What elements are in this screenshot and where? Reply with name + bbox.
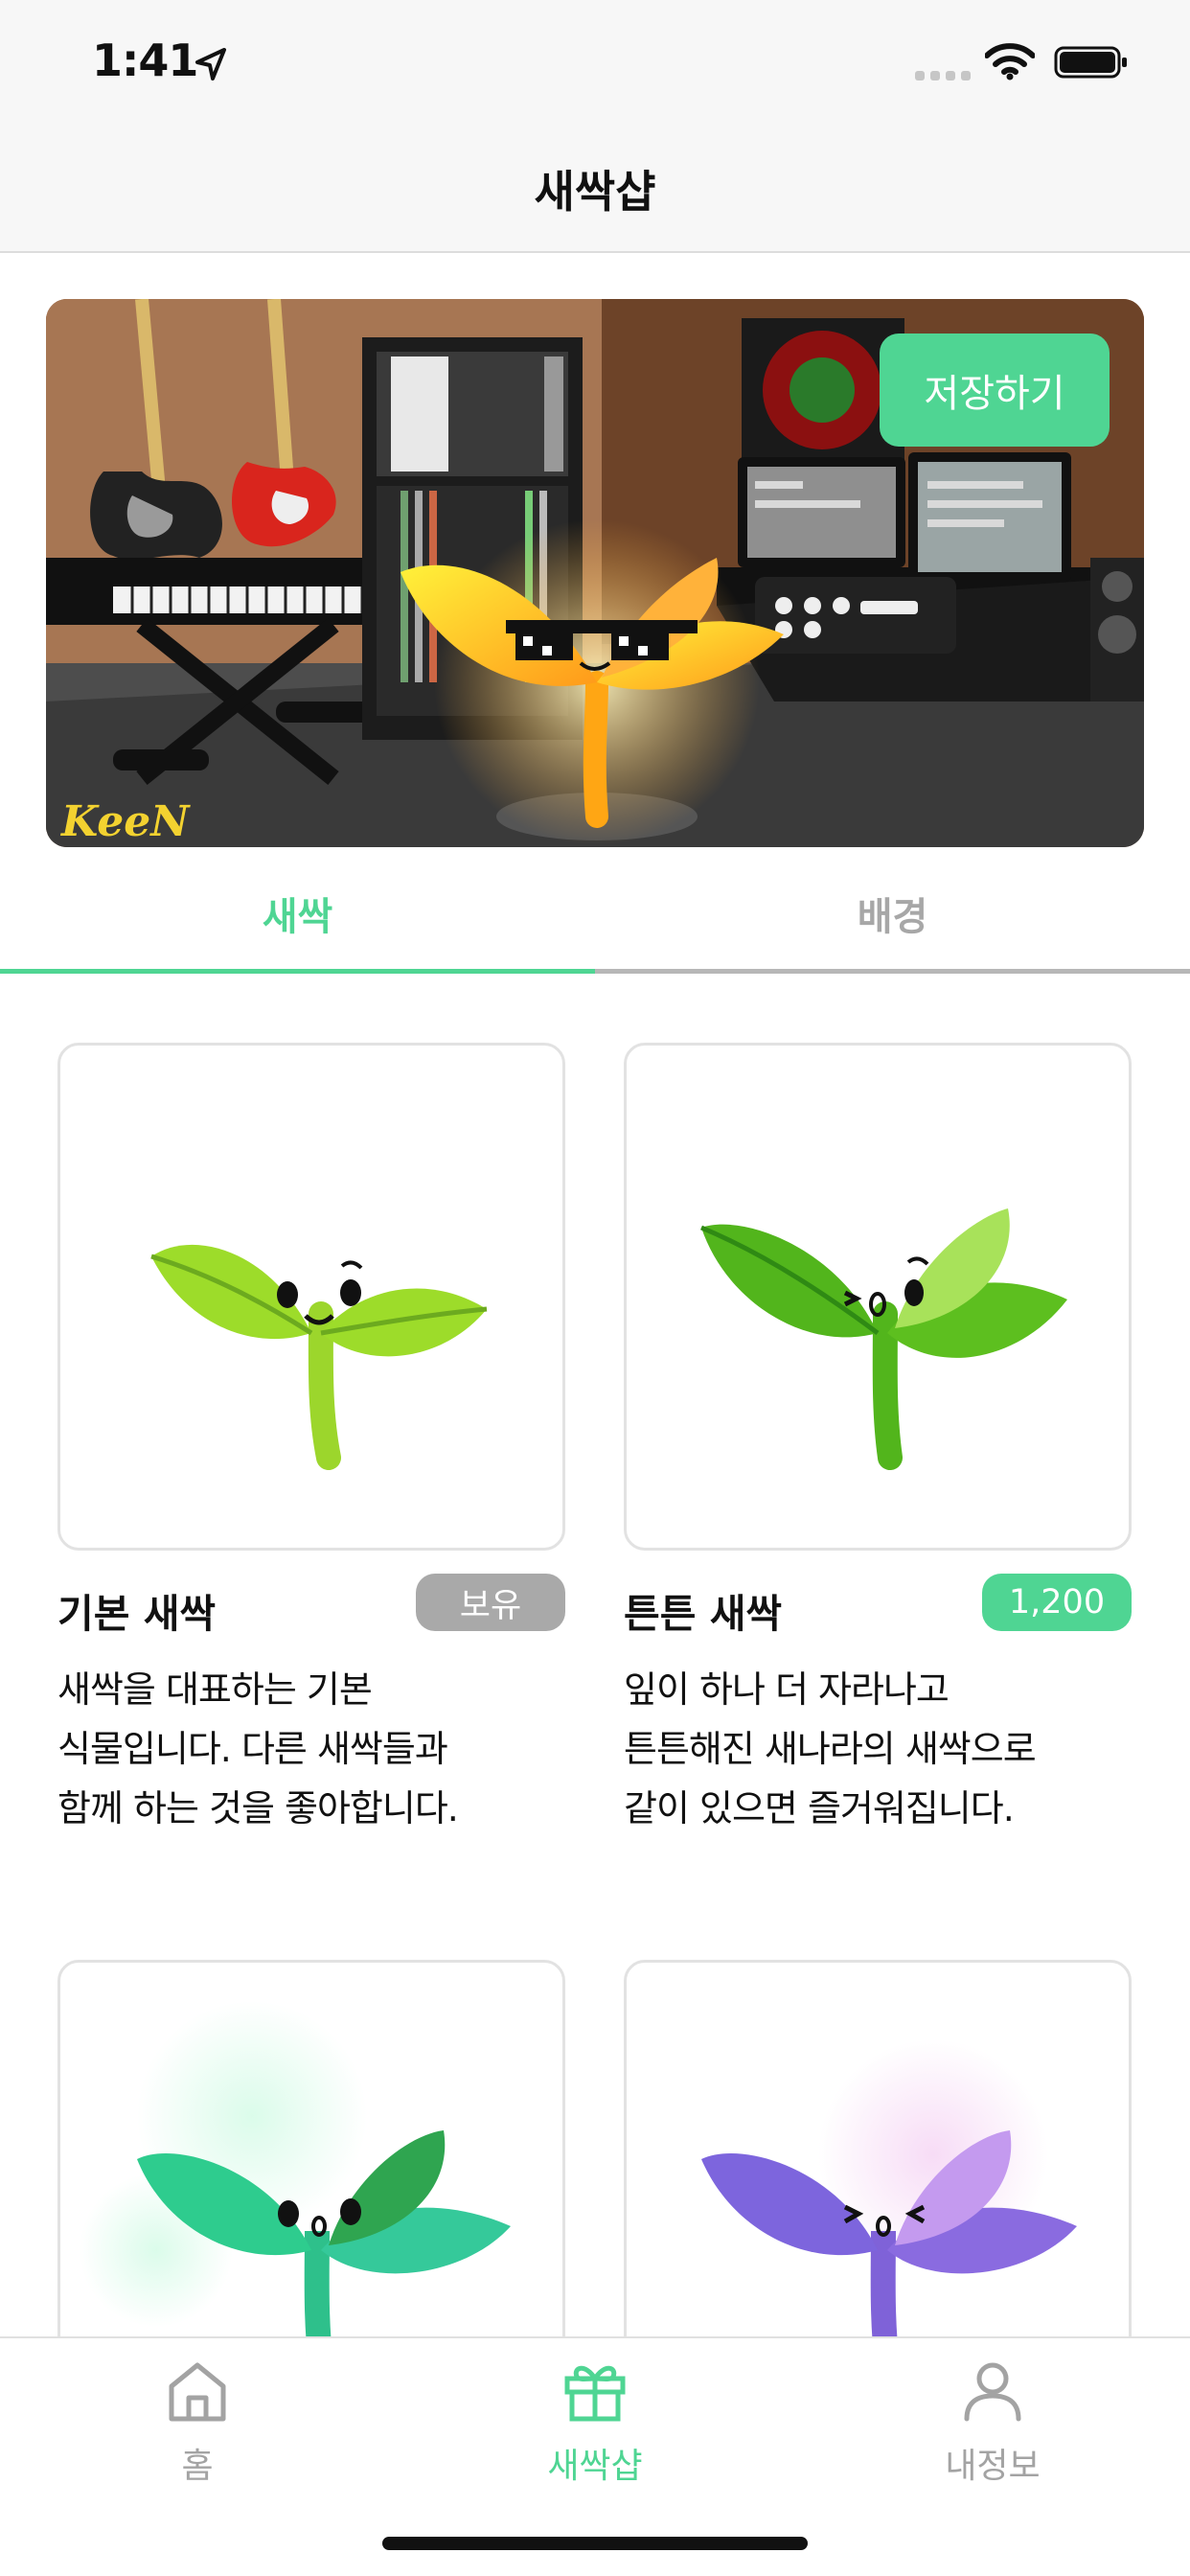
product-card-basic[interactable]: 기본 새싹 보유 새싹을 대표하는 기본 식물입니다. 다른 새싹들과 함께 하… xyxy=(57,1043,565,1838)
product-description: 잎이 하나 더 자라나고 튼튼해진 새나라의 새싹으로 같이 있으면 즐거워집니… xyxy=(624,1668,1037,1829)
product-image[interactable] xyxy=(624,1043,1132,1551)
battery-icon xyxy=(1054,46,1127,79)
save-button[interactable]: 저장하기 xyxy=(880,334,1110,447)
location-arrow-icon xyxy=(195,48,226,80)
tab-bar-label: 새싹샵 xyxy=(547,2447,643,2486)
gift-icon xyxy=(564,2365,626,2422)
basic-sprout-illustration xyxy=(150,1244,488,1470)
strong-sprout-illustration xyxy=(700,1208,1067,1470)
product-name: 기본 새싹 xyxy=(57,1591,217,1637)
tab-bar-home[interactable]: 홈 xyxy=(102,2358,293,2488)
tab-bar-my-info[interactable]: 내정보 xyxy=(897,2358,1088,2488)
person-icon xyxy=(964,2362,1021,2422)
product-description: 새싹을 대표하는 기본 식물입니다. 다른 새싹들과 함께 하는 것을 좋아합니… xyxy=(57,1668,459,1829)
product-card-strong[interactable]: 튼튼 새싹 1,200 잎이 하나 더 자라나고 튼튼해진 새나라의 새싹으로 … xyxy=(624,1043,1132,1838)
home-indicator xyxy=(382,2537,808,2550)
product-name: 튼튼 새싹 xyxy=(624,1591,783,1637)
wifi-icon xyxy=(985,43,1035,80)
tab-sprout[interactable]: 새싹 xyxy=(0,847,595,974)
status-time: 1:41 xyxy=(92,34,198,86)
status-bar: 1:41 xyxy=(0,0,1190,125)
tab-background[interactable]: 배경 xyxy=(595,847,1190,974)
cellular-signal-icon xyxy=(915,71,971,80)
tab-bar-label: 홈 xyxy=(181,2447,214,2486)
price-badge[interactable]: 1,200 xyxy=(982,1574,1132,1631)
page-title: 새싹샵 xyxy=(534,166,656,218)
preview-banner: KeeN 저장하기 xyxy=(46,299,1144,847)
owned-badge: 보유 xyxy=(416,1574,565,1631)
artist-signature: KeeN xyxy=(59,797,191,846)
tab-bar-label: 내정보 xyxy=(945,2447,1041,2486)
product-image[interactable] xyxy=(57,1043,565,1551)
tab-bar-shop[interactable]: 새싹샵 xyxy=(499,2358,691,2488)
navigation-bar: 새싹샵 xyxy=(0,125,1190,253)
home-icon xyxy=(169,2362,226,2422)
category-tabs: 새싹 배경 xyxy=(0,847,1190,974)
